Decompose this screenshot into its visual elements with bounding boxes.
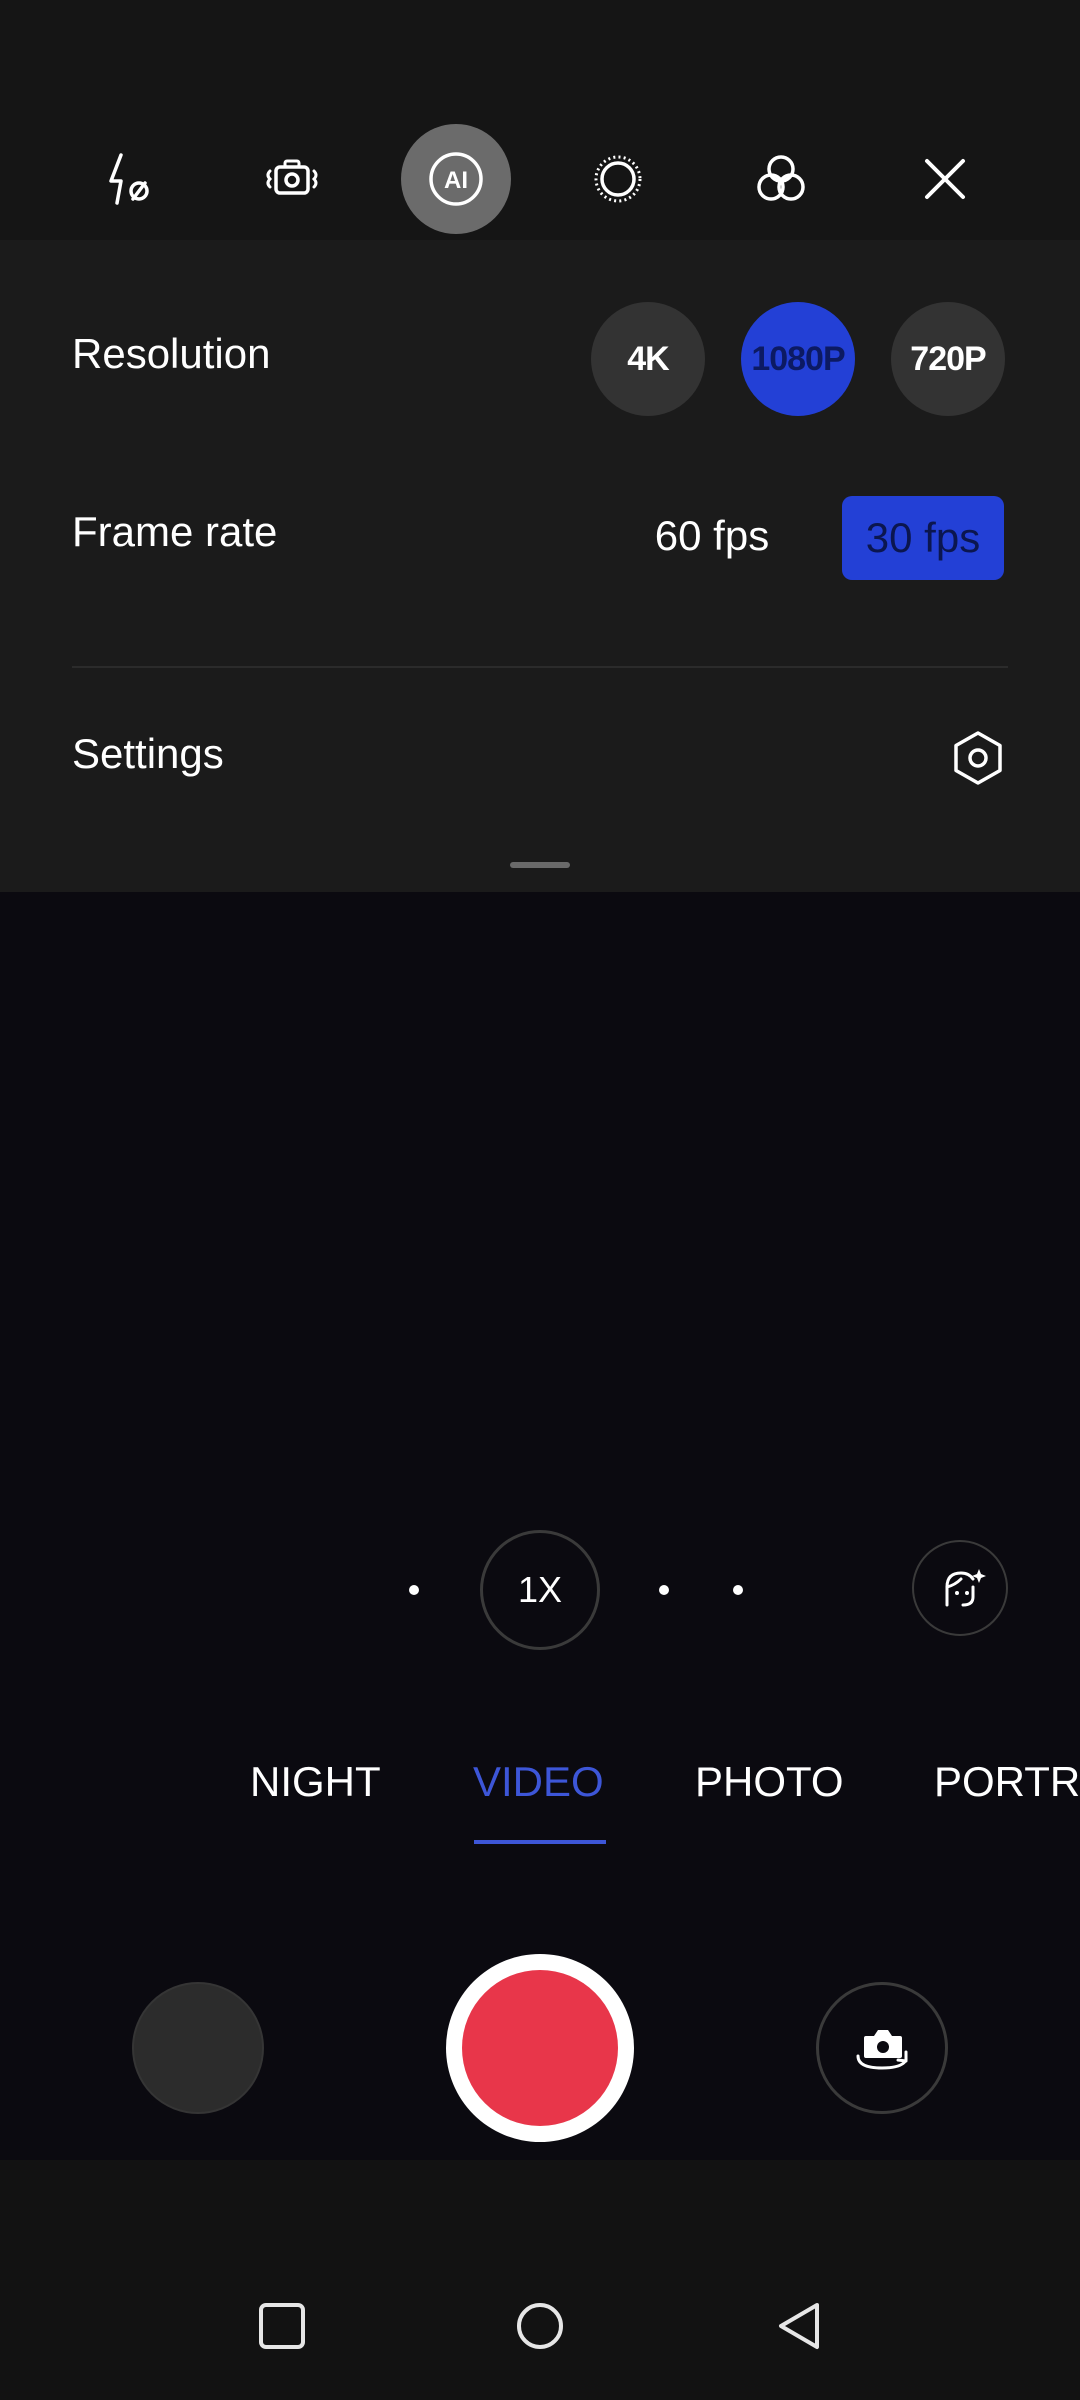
- flip-camera-button[interactable]: [816, 1982, 948, 2114]
- resolution-1080p-button[interactable]: 1080P: [741, 302, 855, 416]
- mode-night[interactable]: NIGHT: [250, 1758, 381, 1806]
- video-settings-panel: Resolution 4K 1080P 720P Frame rate 60 f…: [0, 240, 1080, 892]
- recents-button[interactable]: [252, 2296, 312, 2356]
- mode-video[interactable]: VIDEO: [473, 1758, 604, 1806]
- ai-button[interactable]: AI: [401, 124, 511, 234]
- zoom-1x-button[interactable]: 1X: [480, 1530, 600, 1650]
- close-icon: [925, 159, 965, 199]
- fps-60-button[interactable]: 60 fps: [636, 494, 788, 578]
- flash-off-icon: [109, 153, 149, 205]
- stabilization-button[interactable]: [237, 124, 347, 234]
- resolution-4k-button[interactable]: 4K: [591, 302, 705, 416]
- filters-button[interactable]: [726, 124, 836, 234]
- camera-toolbar: AI: [0, 124, 1080, 236]
- zoom-dot-wide[interactable]: [409, 1585, 419, 1595]
- resolution-label: Resolution: [72, 330, 271, 377]
- divider: [72, 666, 1008, 668]
- fps-30-button[interactable]: 30 fps: [842, 496, 1004, 580]
- top-toolbar-area: AI: [0, 0, 1080, 240]
- capture-controls: [0, 1872, 1080, 2160]
- gear-hex-icon[interactable]: [950, 730, 1006, 786]
- mode-active-indicator: [474, 1840, 606, 1844]
- flash-off-button[interactable]: [76, 124, 186, 234]
- mode-selector: NIGHT VIDEO PHOTO PORTRAIT: [0, 1682, 1080, 1872]
- mode-portrait[interactable]: PORTRAIT: [934, 1758, 1080, 1806]
- ai-icon-label: AI: [444, 167, 468, 194]
- frame-rate-label: Frame rate: [72, 508, 278, 555]
- resolution-720p-button[interactable]: 720P: [891, 302, 1005, 416]
- beauty-button[interactable]: [912, 1540, 1008, 1636]
- camera-flip-icon: [856, 2030, 908, 2070]
- record-button-inner: [462, 1970, 618, 2126]
- panel-drag-handle[interactable]: [510, 862, 570, 868]
- close-button[interactable]: [890, 124, 1000, 234]
- back-button[interactable]: [770, 2296, 830, 2356]
- home-circle-icon: [517, 2303, 563, 2349]
- zoom-dot-tele[interactable]: [733, 1585, 743, 1595]
- face-beauty-icon: [945, 1569, 986, 1607]
- settings-label[interactable]: Settings: [72, 730, 224, 778]
- gallery-thumbnail[interactable]: [132, 1982, 264, 2114]
- record-button[interactable]: [446, 1954, 634, 2142]
- system-navigation-bar: [0, 2160, 1080, 2400]
- mode-photo[interactable]: PHOTO: [695, 1758, 844, 1806]
- viewfinder[interactable]: 1X: [0, 892, 1080, 1682]
- back-triangle-icon: [779, 2303, 819, 2349]
- ai-icon: AI: [429, 152, 483, 206]
- home-button[interactable]: [510, 2296, 570, 2356]
- recents-square-icon: [259, 2303, 305, 2349]
- stabilization-icon: [266, 159, 318, 195]
- aperture-icon: [594, 155, 642, 203]
- filters-icon: [757, 155, 805, 201]
- aperture-button[interactable]: [563, 124, 673, 234]
- zoom-dot-2x[interactable]: [659, 1585, 669, 1595]
